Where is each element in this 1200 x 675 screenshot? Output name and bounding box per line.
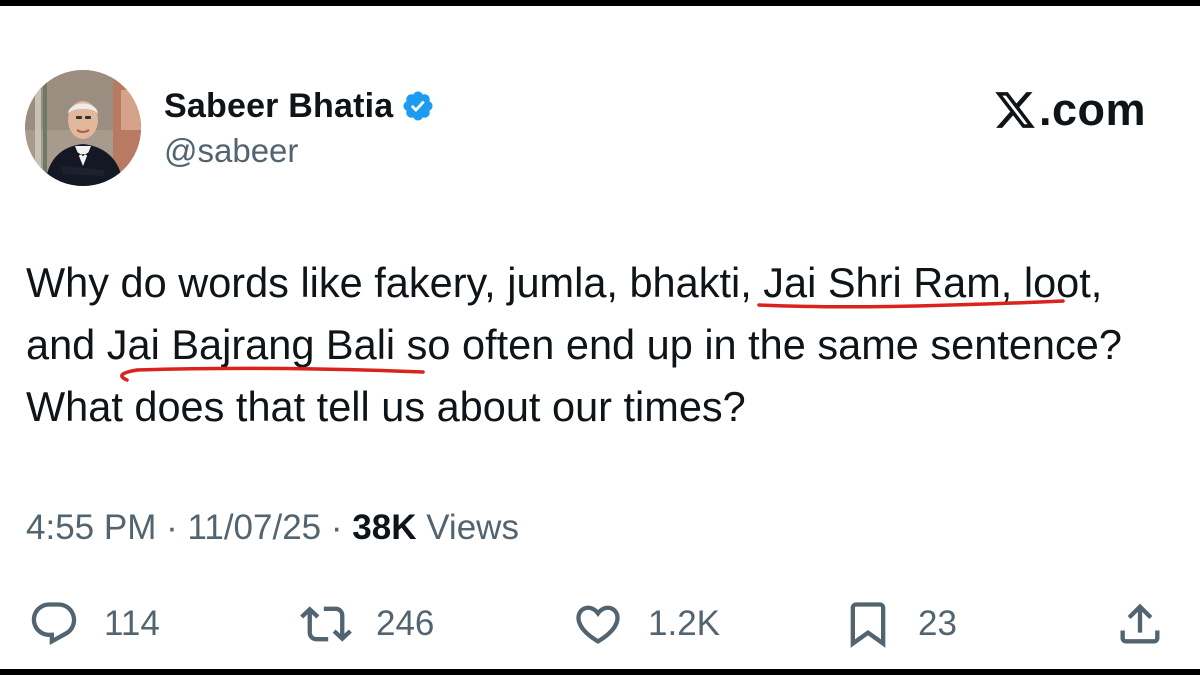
tweet-card: Sabeer Bhatia @sabeer .com Why do words … — [0, 6, 1200, 669]
share-icon — [1120, 603, 1160, 644]
bookmark-button[interactable]: 23 — [842, 594, 957, 654]
views-label: Views — [426, 508, 519, 547]
action-bar: 114 246 1.2K 23 — [0, 594, 1200, 654]
tweet-meta: 4:55 PM · 11/07/25 · 38K Views — [26, 508, 519, 548]
bookmark-icon — [850, 602, 886, 648]
meta-separator: · — [166, 508, 178, 547]
share-button[interactable] — [1114, 594, 1166, 654]
profile-photo — [25, 70, 141, 186]
reply-count: 114 — [104, 604, 160, 643]
like-button[interactable]: 1.2K — [572, 594, 720, 654]
views-count: 38K — [352, 508, 417, 547]
author-handle[interactable]: @sabeer — [164, 132, 298, 170]
underlined-phrase-jai-bajrang-bali: Jai Bajrang Bali — [106, 314, 425, 382]
author-row: Sabeer Bhatia — [164, 84, 435, 128]
tweet-text: Why do words like fakery, jumla, bhakti,… — [26, 252, 1176, 438]
x-logo-icon — [995, 92, 1035, 128]
reply-button[interactable]: 114 — [28, 594, 160, 654]
tweet-text-part: Jai Shri Ram, — [763, 259, 1013, 306]
repost-button[interactable]: 246 — [300, 594, 434, 654]
tweet-text-part: Jai Bajrang Bali — [106, 321, 396, 368]
heart-icon — [576, 605, 620, 644]
underlined-phrase-jai-shri-ram: Jai Shri Ram, — [757, 252, 1066, 314]
repost-count: 246 — [376, 604, 435, 643]
tweet-time[interactable]: 4:55 PM — [26, 508, 156, 547]
bookmark-count: 23 — [918, 604, 957, 643]
tweet-date[interactable]: 11/07/25 — [187, 508, 321, 547]
brand-text: .com — [1038, 84, 1146, 135]
verified-badge-icon — [403, 91, 433, 121]
repost-icon — [300, 606, 352, 642]
meta-separator: · — [330, 508, 343, 547]
brand-watermark: .com — [993, 82, 1146, 138]
author-name[interactable]: Sabeer Bhatia — [164, 87, 393, 126]
like-count: 1.2K — [648, 604, 720, 643]
avatar[interactable] — [25, 70, 141, 186]
tweet-text-part: Why do words like fakery, jumla, bhakti, — [26, 259, 764, 306]
reply-icon — [31, 602, 77, 646]
